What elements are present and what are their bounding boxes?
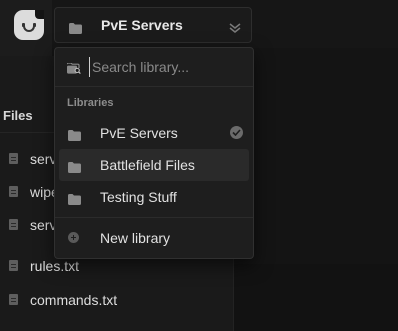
library-selector-button[interactable]: PvE Servers: [54, 7, 252, 43]
file-name: serv: [30, 217, 57, 233]
library-item-label: Battlefield Files: [100, 157, 195, 173]
library-item-battlefield-files[interactable]: Battlefield Files: [59, 149, 249, 181]
files-header: Files: [3, 108, 33, 123]
file-name: rules.txt: [30, 258, 80, 274]
new-library-label: New library: [100, 230, 171, 246]
library-item-label: PvE Servers: [100, 125, 178, 141]
file-icon: [9, 294, 18, 305]
library-dropdown: Libraries PvE Servers Battlefield Files …: [54, 47, 254, 259]
library-item-pve-servers[interactable]: PvE Servers: [59, 117, 249, 149]
file-icon: [9, 219, 18, 230]
chevron-down-icon: [229, 20, 241, 38]
library-item-label: Testing Stuff: [100, 189, 177, 205]
app-sidebar: [0, 0, 52, 56]
folder-icon: [69, 21, 82, 39]
new-library-button[interactable]: New library: [59, 223, 249, 253]
plus-circle-icon: [68, 232, 79, 243]
library-search: [55, 48, 253, 87]
folder-icon: [68, 192, 81, 210]
library-item-testing-stuff[interactable]: Testing Stuff: [59, 181, 249, 213]
dropdown-divider: [55, 217, 253, 218]
logo-fold: [35, 10, 44, 19]
content-area: [234, 264, 398, 331]
file-row[interactable]: commands.txt: [0, 284, 234, 316]
folder-icon: [68, 128, 81, 146]
file-icon: [9, 153, 18, 164]
top-bar: PvE Servers: [52, 0, 398, 48]
app-root: PvE Servers Files serv wipe serv rules.t…: [0, 0, 398, 331]
search-library-icon: [66, 61, 81, 79]
file-icon: [9, 186, 18, 197]
library-selector-label: PvE Servers: [101, 17, 183, 33]
folder-icon: [68, 160, 81, 178]
search-library-input[interactable]: [89, 57, 242, 77]
app-logo-icon[interactable]: [14, 10, 44, 40]
libraries-section-label: Libraries: [67, 97, 114, 109]
file-name: commands.txt: [30, 292, 118, 308]
logo-smile: [23, 25, 35, 32]
check-icon: [230, 126, 243, 139]
file-name: serv: [30, 151, 57, 167]
file-icon: [9, 260, 18, 271]
